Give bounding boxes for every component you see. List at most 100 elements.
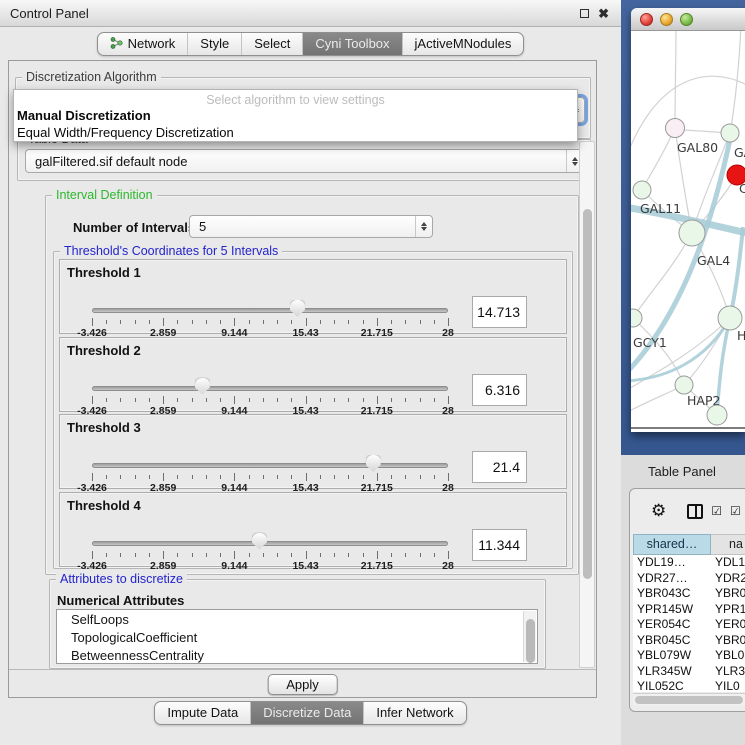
cell-shared-name[interactable]: YER054C: [633, 617, 711, 633]
apply-button[interactable]: Apply: [267, 674, 338, 695]
control-panel: Control Panel ✖ Network Style Select Cyni T…: [0, 0, 621, 745]
numerical-attributes-list[interactable]: SelfLoopsTopologicalCoefficientBetweenne…: [56, 609, 538, 664]
column-header-shared-name[interactable]: shared…: [633, 534, 711, 555]
slider-tick-labels: -3.4262.8599.14415.4321.71528: [92, 556, 448, 568]
tab-style[interactable]: Style: [187, 33, 241, 55]
list-scrollbar[interactable]: [523, 611, 536, 662]
tab-label: Network: [128, 36, 176, 51]
list-item[interactable]: SelfLoops: [57, 610, 537, 628]
network-node-label: GCY1: [633, 335, 667, 350]
minimize-traffic-light-icon[interactable]: [660, 13, 673, 26]
table-row[interactable]: YIL052CYIL0: [633, 679, 745, 692]
slider-thumb[interactable]: [290, 300, 305, 317]
tab-impute-data[interactable]: Impute Data: [155, 702, 250, 724]
close-traffic-light-icon[interactable]: [640, 13, 653, 26]
tab-label: Select: [254, 36, 290, 51]
table-row[interactable]: YBR045CYBR0: [633, 633, 745, 649]
threshold-value-field[interactable]: 6.316: [472, 374, 527, 406]
table-row[interactable]: YBL079WYBL0: [633, 648, 745, 664]
discretization-algorithm-label: Discretization Algorithm: [22, 70, 161, 84]
threshold-value-field[interactable]: 14.713: [472, 296, 527, 328]
network-node-label: GAL4: [697, 253, 730, 268]
network-node-label: C: [739, 181, 745, 196]
cell-name[interactable]: YPR1: [711, 602, 745, 618]
slider-track[interactable]: [92, 541, 448, 546]
table-row[interactable]: YDR27…YDR2: [633, 571, 745, 587]
settings-scrollbar[interactable]: [579, 141, 595, 668]
split-column-icon[interactable]: [687, 504, 703, 519]
network-node[interactable]: [633, 181, 651, 199]
list-item[interactable]: BetweennessCentrality: [57, 646, 537, 664]
tab-select[interactable]: Select: [241, 33, 302, 55]
cell-name[interactable]: YBR0: [711, 633, 745, 649]
slider-track[interactable]: [92, 308, 448, 313]
zoom-traffic-light-icon[interactable]: [680, 13, 693, 26]
network-node[interactable]: [679, 220, 705, 246]
slider-track[interactable]: [92, 463, 448, 468]
table-row[interactable]: YER054CYER0: [633, 617, 745, 633]
slider-thumb[interactable]: [252, 533, 267, 550]
threshold-value-field[interactable]: 11.344: [472, 529, 527, 561]
panel-title: Control Panel: [10, 6, 89, 21]
float-window-icon[interactable]: [580, 9, 589, 18]
slider-thumb[interactable]: [195, 378, 210, 395]
table-hscrollbar[interactable]: [633, 693, 745, 706]
network-node[interactable]: [707, 405, 727, 425]
tab-cyni-toolbox[interactable]: Cyni Toolbox: [302, 33, 401, 55]
cell-shared-name[interactable]: YBR045C: [633, 633, 711, 649]
cell-shared-name[interactable]: YDL19…: [633, 555, 711, 571]
tab-discretize-data[interactable]: Discretize Data: [250, 702, 363, 724]
network-edge[interactable]: [683, 130, 725, 133]
table-data-combo[interactable]: galFiltered.sif default node: [25, 149, 584, 173]
algorithm-popup-hint: Select algorithm to view settings: [14, 90, 577, 107]
tab-network[interactable]: Network: [98, 33, 188, 55]
cell-shared-name[interactable]: YDR27…: [633, 571, 711, 587]
network-edge[interactable]: [675, 31, 676, 128]
cell-shared-name[interactable]: YBL079W: [633, 648, 711, 664]
network-edge[interactable]: [642, 128, 675, 190]
table-row[interactable]: YBR043CYBR0: [633, 586, 745, 602]
checkbox-icon[interactable]: ☑: [711, 504, 722, 518]
threshold-value-field[interactable]: 21.4: [472, 451, 527, 483]
threshold-panel-1: Threshold 1-3.4262.8599.14415.4321.71528…: [59, 259, 567, 334]
network-edge[interactable]: [633, 233, 692, 318]
network-node[interactable]: [721, 124, 739, 142]
slider-track[interactable]: [92, 386, 448, 391]
network-node[interactable]: [631, 309, 642, 327]
table-row[interactable]: YPR145WYPR1: [633, 602, 745, 618]
network-edge[interactable]: [730, 227, 743, 318]
cell-shared-name[interactable]: YIL052C: [633, 679, 711, 692]
cell-shared-name[interactable]: YLR345W: [633, 664, 711, 680]
table-row[interactable]: YDL19…YDL1: [633, 555, 745, 571]
network-node-label: GAL11: [640, 201, 681, 216]
cell-name[interactable]: YBR0: [711, 586, 745, 602]
network-node[interactable]: [718, 306, 742, 330]
algorithm-option-manual-discretization[interactable]: Manual Discretization: [14, 107, 577, 124]
network-node[interactable]: [675, 376, 693, 394]
checkbox-icon[interactable]: ☑: [730, 504, 741, 518]
cell-name[interactable]: YDR2: [711, 571, 745, 587]
list-item[interactable]: TopologicalCoefficient: [57, 628, 537, 646]
threshold-label: Threshold 3: [67, 420, 141, 435]
table-panel-region: Table Panel ⚙ ☑ ☑ shared… na YDL19…YDL1Y…: [621, 455, 745, 745]
threshold-panel-2: Threshold 2-3.4262.8599.14415.4321.71528…: [59, 337, 567, 412]
cell-shared-name[interactable]: YBR043C: [633, 586, 711, 602]
cell-name[interactable]: YLR3: [711, 664, 745, 680]
column-header-name[interactable]: na: [711, 534, 745, 555]
algorithm-option-equal-width-frequency-discretization[interactable]: Equal Width/Frequency Discretization: [14, 124, 577, 141]
tab-infer-network[interactable]: Infer Network: [363, 702, 465, 724]
tab-jactivemnodules[interactable]: jActiveMNodules: [402, 33, 524, 55]
slider-thumb[interactable]: [366, 455, 381, 472]
cell-name[interactable]: YER0: [711, 617, 745, 633]
network-canvas[interactable]: GAL80GACGAL11GAL4GCY1HHAP2: [631, 31, 745, 429]
cell-shared-name[interactable]: YPR145W: [633, 602, 711, 618]
close-icon[interactable]: ✖: [598, 7, 609, 20]
gear-icon[interactable]: ⚙: [651, 501, 666, 521]
cell-name[interactable]: YDL1: [711, 555, 745, 571]
cell-name[interactable]: YBL0: [711, 648, 745, 664]
tab-label: jActiveMNodules: [415, 36, 512, 51]
table-row[interactable]: YLR345WYLR3: [633, 664, 745, 680]
network-node[interactable]: [666, 119, 685, 138]
cell-name[interactable]: YIL0: [711, 679, 745, 692]
number-of-intervals-combo[interactable]: 5: [189, 215, 433, 238]
